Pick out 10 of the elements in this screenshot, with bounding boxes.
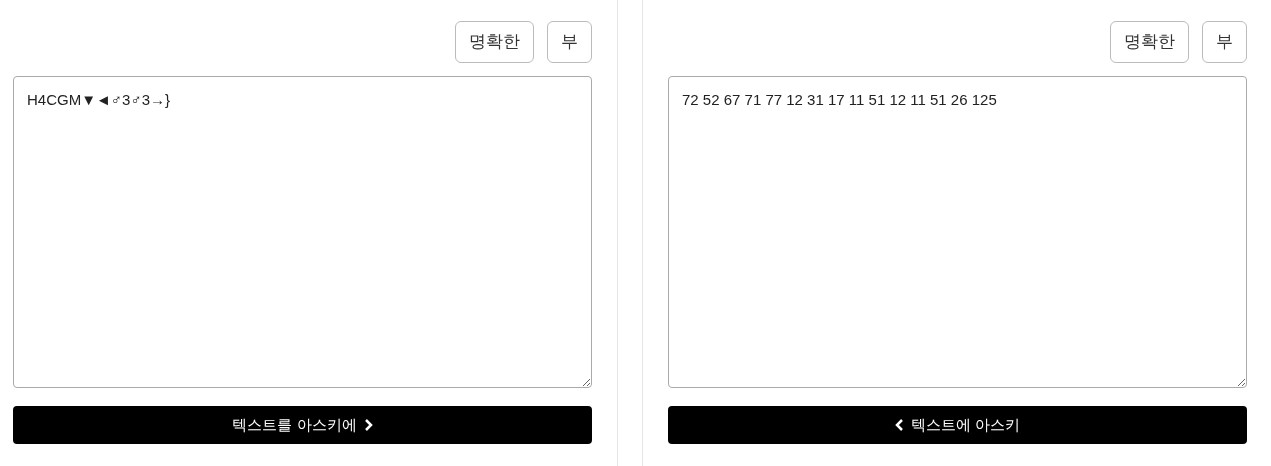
chevron-right-icon — [363, 419, 373, 431]
chevron-left-icon — [894, 419, 904, 431]
toolbar-button[interactable]: 명확한 — [1110, 21, 1189, 63]
toolbar-button[interactable]: 명확한 — [455, 21, 534, 63]
toolbar-button[interactable]: 부 — [1202, 21, 1247, 63]
text-area[interactable]: H4CGM▼◄♂3♂3→} — [13, 76, 592, 388]
convert-button[interactable]: 텍스트에 아스키 — [668, 406, 1247, 444]
toolbar-button[interactable]: 부 — [547, 21, 592, 63]
convert-button[interactable]: 텍스트를 아스키에 — [13, 406, 592, 444]
text-area[interactable]: 72 52 67 71 77 12 31 17 11 51 12 11 51 26 125 — [668, 76, 1247, 388]
